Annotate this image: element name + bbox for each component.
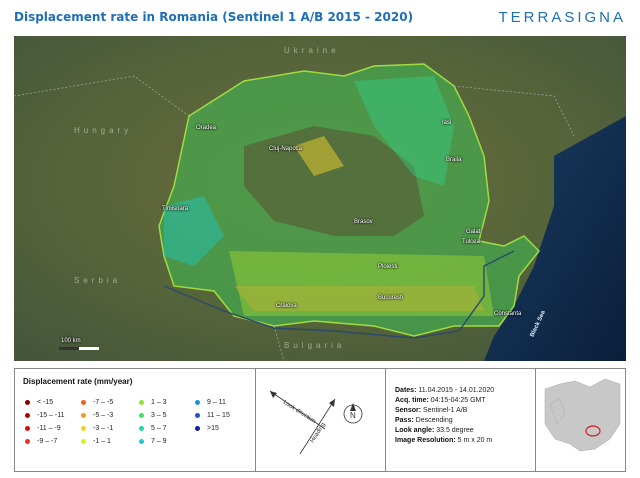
country-label-ukraine: Ukraine <box>284 46 340 55</box>
legend-label: -5 – -3 <box>93 412 114 419</box>
legend-swatch <box>81 412 86 418</box>
info-acq-time: Acq. time: 04:15-04:25 GMT <box>395 397 486 404</box>
legend-label: 7 – 9 <box>151 438 167 445</box>
legend-swatch <box>81 425 86 431</box>
legend-label: 9 – 11 <box>207 399 226 406</box>
city-craiova: Craiova <box>276 303 297 309</box>
legend-swatch <box>25 399 30 405</box>
displacement-legend: Displacement rate (mm/year) < -15 -15 – -… <box>15 369 256 471</box>
map-view[interactable]: Ukraine Hungary Serbia Bulgaria Oradea C… <box>14 36 626 361</box>
info-dates: Dates: 11.04.2015 - 14.01.2020 <box>395 387 495 394</box>
city-cluj-napoca: Cluj-Napoca <box>269 146 303 152</box>
country-label-hungary: Hungary <box>74 126 133 135</box>
city-bucuresti: Bucuresti <box>378 295 404 301</box>
legend-item: >15 <box>195 425 219 432</box>
legend-swatch <box>195 412 200 418</box>
city-oradea: Oradea <box>196 125 217 131</box>
city-timisoara: Timisoara <box>162 206 189 212</box>
legend-label: -15 – -11 <box>37 412 65 419</box>
legend-item: -3 – -1 <box>81 425 113 432</box>
look-direction-arrowhead <box>270 391 277 398</box>
heading-arrow <box>299 398 336 455</box>
legend-swatch <box>139 412 144 418</box>
legend-label: -1 – 1 <box>93 438 111 445</box>
legend-item: 3 – 5 <box>139 412 167 419</box>
legend-label: -11 – -9 <box>37 425 61 432</box>
city-brasov: Brasov <box>354 219 373 225</box>
city-constanta: Constanta <box>494 311 522 317</box>
look-direction-diagram: Look direction Heading N <box>269 390 363 455</box>
scale-bar-segment <box>59 347 79 350</box>
city-galati: Galati <box>466 229 482 235</box>
country-label-serbia: Serbia <box>74 276 122 285</box>
legend-swatch <box>139 438 144 444</box>
page-title: Displacement rate in Romania (Sentinel 1… <box>14 10 414 24</box>
europe-locator-map <box>538 374 623 468</box>
legend-item: -11 – -9 <box>25 425 61 432</box>
legend-label: -9 – -7 <box>37 438 58 445</box>
acquisition-info: Dates: 11.04.2015 - 14.01.2020 Acq. time… <box>385 369 536 471</box>
locator-map <box>535 369 626 471</box>
legend-label: 5 – 7 <box>151 425 167 432</box>
legend-item: 9 – 11 <box>195 399 226 406</box>
legend-item: -15 – -11 <box>25 412 65 419</box>
legend-swatch <box>195 425 200 431</box>
legend-item: 1 – 3 <box>139 399 167 406</box>
danube-plain-subsidence <box>234 286 484 311</box>
legend-item: -5 – -3 <box>81 412 113 419</box>
legend-label: -7 – -5 <box>93 399 114 406</box>
heading-arrowhead <box>329 399 335 407</box>
legend-panel: Displacement rate (mm/year) < -15 -15 – -… <box>14 368 626 472</box>
legend-swatch <box>139 425 144 431</box>
legend-item: 11 – 15 <box>195 412 230 419</box>
romania-highlight <box>585 425 601 437</box>
legend-label: -3 – -1 <box>93 425 114 432</box>
look-direction-label: Look direction <box>282 400 317 425</box>
legend-item: -9 – -7 <box>25 438 57 445</box>
legend-swatch <box>139 399 144 405</box>
city-tulcea: Tulcea <box>462 239 480 245</box>
legend-swatch <box>81 438 86 444</box>
info-pass: Pass: Descending <box>395 417 453 424</box>
legend-label: >15 <box>207 425 219 432</box>
legend-item: 5 – 7 <box>139 425 167 432</box>
city-iasi: Iasi <box>442 120 452 126</box>
legend-swatch <box>25 425 30 431</box>
legend-item: 7 – 9 <box>139 438 167 445</box>
legend-swatch <box>25 412 30 418</box>
scale-label: 100 km <box>61 338 81 344</box>
geometry-diagram: Look direction Heading N <box>255 369 386 471</box>
header: Displacement rate in Romania (Sentinel 1… <box>0 0 640 36</box>
north-arrow-pointer <box>350 403 356 411</box>
north-label: N <box>350 411 356 420</box>
info-sensor: Sensor: Sentinel-1 A/B <box>395 407 468 414</box>
city-braila-north: Braila <box>446 157 462 163</box>
legend-item: < -15 <box>25 399 53 406</box>
legend-title: Displacement rate (mm/year) <box>23 377 133 386</box>
country-label-bulgaria: Bulgaria <box>284 341 346 350</box>
city-ploiesti: Ploiesti <box>378 264 398 270</box>
legend-swatch <box>81 399 86 405</box>
info-resolution: Image Resolution: 5 m x 20 m <box>395 437 493 444</box>
legend-swatch <box>25 438 30 444</box>
terrasigna-logo: TERRASIGNA <box>498 9 626 26</box>
legend-label: < -15 <box>37 399 54 406</box>
legend-label: 1 – 3 <box>151 399 167 406</box>
legend-swatch <box>195 399 200 405</box>
legend-label: 11 – 15 <box>207 412 230 419</box>
legend-label: 3 – 5 <box>151 412 167 419</box>
map-canvas <box>14 36 626 361</box>
legend-item: -1 – 1 <box>81 438 111 445</box>
legend-item: -7 – -5 <box>81 399 113 406</box>
info-look-angle: Look angle: 33.5 degree <box>395 427 474 434</box>
